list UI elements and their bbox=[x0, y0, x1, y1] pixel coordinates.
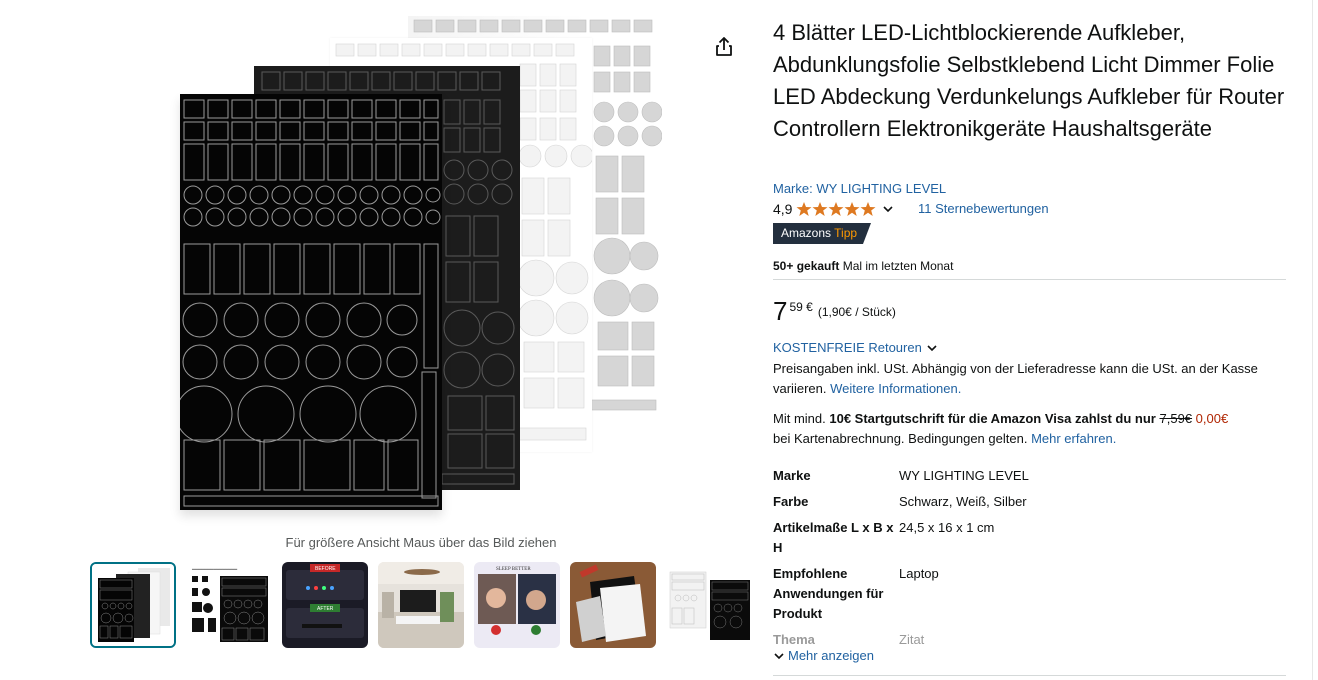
thumbnail-living-room[interactable] bbox=[378, 562, 464, 648]
promo-old-price: 7,59€ bbox=[1159, 411, 1193, 426]
spec-key: Artikelmaße L x B x H bbox=[773, 520, 894, 555]
star-icon bbox=[828, 202, 844, 216]
star-rating bbox=[796, 201, 876, 217]
tax-more-info-link[interactable]: Weitere Informationen. bbox=[830, 381, 961, 396]
spec-key: Marke bbox=[773, 468, 811, 483]
spec-value: Schwarz, Weiß, Silber bbox=[899, 494, 1027, 509]
star-icon bbox=[860, 202, 876, 216]
reviews-link[interactable]: 11 Sternebewertungen bbox=[918, 201, 1049, 216]
star-icon bbox=[812, 202, 828, 216]
bought-strong: 50+ gekauft bbox=[773, 259, 840, 273]
star-icon bbox=[796, 202, 812, 216]
price-whole: 7 bbox=[773, 296, 788, 326]
price: 7 59 € (1,90€ / Stück) bbox=[773, 296, 896, 326]
chevron-down-icon bbox=[927, 344, 937, 351]
visa-promo: Mit mind. 10€ Startgutschrift für die Am… bbox=[773, 409, 1283, 449]
brand-link[interactable]: Marke: WY LIGHTING LEVEL bbox=[773, 181, 946, 196]
thumbnail-sheets-on-table[interactable] bbox=[570, 562, 656, 648]
spec-value: WY LIGHTING LEVEL bbox=[899, 468, 1029, 483]
divider bbox=[773, 675, 1286, 676]
chevron-down-icon bbox=[774, 652, 784, 659]
thumbnail-sleep-better[interactable]: SLEEP BETTER bbox=[474, 562, 560, 648]
spec-key: Thema bbox=[773, 632, 815, 647]
spec-value: 24,5 x 16 x 1 cm bbox=[899, 520, 995, 535]
thumbnail-before-after[interactable]: BEFORE AFTER bbox=[282, 562, 368, 648]
promo-new-price: 0,00€ bbox=[1195, 411, 1229, 426]
star-icon bbox=[844, 202, 860, 216]
after-label: AFTER bbox=[317, 606, 334, 612]
show-more-label: Mehr anzeigen bbox=[788, 648, 874, 663]
column-border bbox=[1312, 0, 1313, 680]
free-returns-label: KOSTENFREIE Retouren bbox=[773, 340, 922, 355]
free-returns-link[interactable]: KOSTENFREIE Retouren bbox=[773, 340, 938, 355]
promo-strong: 10€ Startgutschrift für die Amazon Visa … bbox=[829, 411, 1156, 426]
badge-suffix: Tipp bbox=[834, 226, 858, 240]
before-label: BEFORE bbox=[315, 566, 336, 572]
sleep-better-label: SLEEP BETTER bbox=[496, 567, 531, 572]
spec-value: Zitat bbox=[899, 632, 925, 647]
spec-key: Farbe bbox=[773, 494, 809, 509]
promo-prefix: Mit mind. bbox=[773, 411, 826, 426]
share-icon[interactable] bbox=[711, 34, 737, 60]
amazons-choice-badge: Amazons Tipp bbox=[773, 223, 872, 244]
promo-more-link[interactable]: Mehr erfahren. bbox=[1031, 431, 1116, 446]
rating-value: 4,9 bbox=[773, 201, 793, 217]
black-sticker-sheet bbox=[180, 94, 442, 510]
bought-count: 50+ gekauft Mal im letzten Monat bbox=[773, 259, 953, 273]
spec-value: Laptop bbox=[899, 566, 939, 581]
promo-suffix: bei Kartenabrechnung. Bedingungen gelten… bbox=[773, 431, 1028, 446]
spec-key: Empfohlene Anwendungen für Produkt bbox=[773, 566, 884, 621]
unit-price: (1,90€ / Stück) bbox=[817, 305, 896, 319]
divider bbox=[773, 279, 1286, 280]
svg-text:━━━━━━━━━━━━━━━: ━━━━━━━━━━━━━━━ bbox=[191, 567, 238, 573]
rating-widget[interactable]: 4,9 bbox=[773, 200, 894, 218]
tax-info: Preisangaben inkl. USt. Abhängig von der… bbox=[773, 359, 1273, 399]
price-fraction: 59 € bbox=[789, 300, 813, 314]
product-title: 4 Blätter LED-Lichtblockierende Aufklebe… bbox=[773, 20, 1285, 141]
badge-prefix: Amazons bbox=[781, 226, 832, 240]
thumbnail-size-chart[interactable]: ━━━━━━━━━━━━━━━ bbox=[186, 562, 272, 648]
bought-rest: Mal im letzten Monat bbox=[842, 259, 954, 273]
thumbnail-four-sheets[interactable] bbox=[666, 562, 752, 648]
show-more-link[interactable]: Mehr anzeigen bbox=[773, 648, 874, 663]
thumbnail-sticker-sheets[interactable] bbox=[90, 562, 176, 648]
main-product-image[interactable] bbox=[160, 14, 670, 530]
chevron-down-icon[interactable] bbox=[882, 203, 894, 215]
zoom-hint: Für größere Ansicht Maus über das Bild z… bbox=[285, 535, 557, 550]
